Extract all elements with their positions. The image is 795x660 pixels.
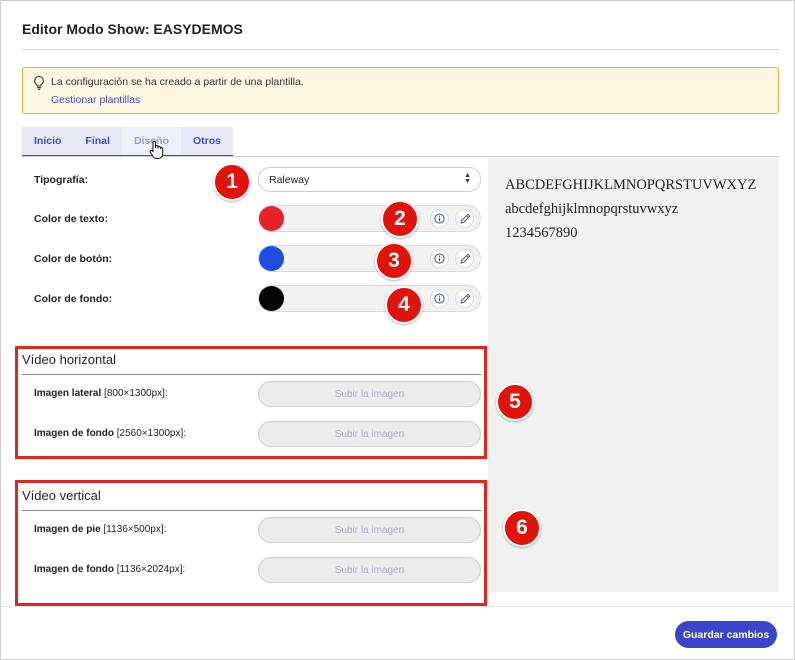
text-color-swatch[interactable] [259, 206, 284, 231]
tab-bar: Inicio Final Diseño Otros [22, 127, 233, 157]
hand-cursor-icon [149, 140, 164, 159]
title-divider [22, 49, 779, 50]
button-color-swatch[interactable] [259, 246, 284, 271]
horizontal-bg-image-label: Imagen de fondo [2560×1300px]: [34, 428, 186, 439]
foot-image-name: Imagen de pie [34, 524, 101, 535]
info-icon [434, 253, 445, 264]
annotation-badge-1: 1 [213, 163, 251, 201]
typography-value: Raleway [269, 173, 310, 186]
pencil-icon [459, 293, 470, 304]
foot-image-upload-button[interactable]: Subir la imagen [258, 517, 481, 543]
horizontal-bg-image-size: [2560×1300px]: [116, 428, 187, 439]
annotation-badge-3: 3 [375, 242, 413, 280]
button-color-info-button[interactable] [430, 249, 449, 268]
info-icon [434, 213, 445, 224]
background-color-edit-button[interactable] [455, 289, 474, 308]
tab-otros[interactable]: Otros [180, 127, 233, 157]
text-color-field[interactable] [258, 205, 481, 232]
preview-lowercase: abcdefghijklmnopqrstuvwxyz [505, 201, 679, 217]
annotation-badge-2: 2 [381, 200, 419, 238]
save-changes-button[interactable]: Guardar cambios [675, 621, 777, 648]
side-image-name: Imagen lateral [34, 388, 102, 399]
side-image-label: Imagen lateral [800×1300px]: [34, 388, 168, 399]
preview-uppercase: ABCDEFGHIJKLMNOPQRSTUVWXYZ [505, 177, 757, 193]
template-notice: La configuración se ha creado a partir d… [22, 67, 779, 114]
button-color-field[interactable] [258, 245, 481, 272]
background-color-field[interactable] [258, 285, 481, 312]
typography-label: Tipografía: [34, 174, 89, 186]
pencil-icon [459, 253, 470, 264]
text-color-info-button[interactable] [430, 209, 449, 228]
horizontal-video-divider [22, 374, 481, 375]
lightbulb-icon [34, 75, 44, 90]
annotation-badge-4: 4 [385, 286, 423, 324]
foot-image-size: [1136×500px]: [103, 524, 167, 535]
tab-inicio[interactable]: Inicio [22, 127, 74, 157]
editor-window: Editor Modo Show: EASYDEMOS La configura… [0, 0, 795, 660]
vertical-bg-upload-button[interactable]: Subir la imagen [258, 557, 481, 583]
background-color-label: Color de fondo: [34, 293, 113, 305]
text-color-edit-button[interactable] [455, 209, 474, 228]
vertical-video-title: Vídeo vertical [22, 488, 101, 503]
vertical-bg-image-label: Imagen de fondo [1136×2024px]: [34, 564, 185, 575]
background-color-info-button[interactable] [430, 289, 449, 308]
side-image-size: [800×1300px]: [104, 388, 168, 399]
preview-digits: 1234567890 [505, 225, 578, 241]
horizontal-bg-image-name: Imagen de fondo [34, 428, 114, 439]
vertical-bg-image-name: Imagen de fondo [34, 564, 114, 575]
foot-image-label: Imagen de pie [1136×500px]: [34, 524, 166, 535]
annotation-badge-5: 5 [496, 383, 534, 421]
vertical-bg-image-size: [1136×2024px]: [116, 564, 186, 575]
notice-text: La configuración se ha creado a partir d… [51, 76, 304, 88]
annotation-badge-6: 6 [503, 509, 541, 547]
horizontal-video-title: Vídeo horizontal [22, 352, 116, 367]
horizontal-bg-upload-button[interactable]: Subir la imagen [258, 421, 481, 447]
button-color-label: Color de botón: [34, 253, 113, 265]
select-arrows-icon: ▲ ▼ [464, 172, 471, 185]
tab-final[interactable]: Final [73, 127, 122, 157]
background-color-swatch[interactable] [259, 286, 284, 311]
tab-divider [22, 156, 779, 157]
manage-templates-link[interactable]: Gestionar plantillas [51, 94, 140, 106]
text-color-label: Color de texto: [34, 213, 109, 225]
vertical-video-divider [22, 510, 481, 511]
side-image-upload-button[interactable]: Subir la imagen [258, 381, 481, 407]
page-title: Editor Modo Show: EASYDEMOS [22, 21, 243, 37]
pencil-icon [459, 213, 470, 224]
typography-select[interactable]: Raleway ▲ ▼ [258, 167, 481, 192]
info-icon [434, 293, 445, 304]
button-color-edit-button[interactable] [455, 249, 474, 268]
footer-divider [1, 606, 795, 607]
